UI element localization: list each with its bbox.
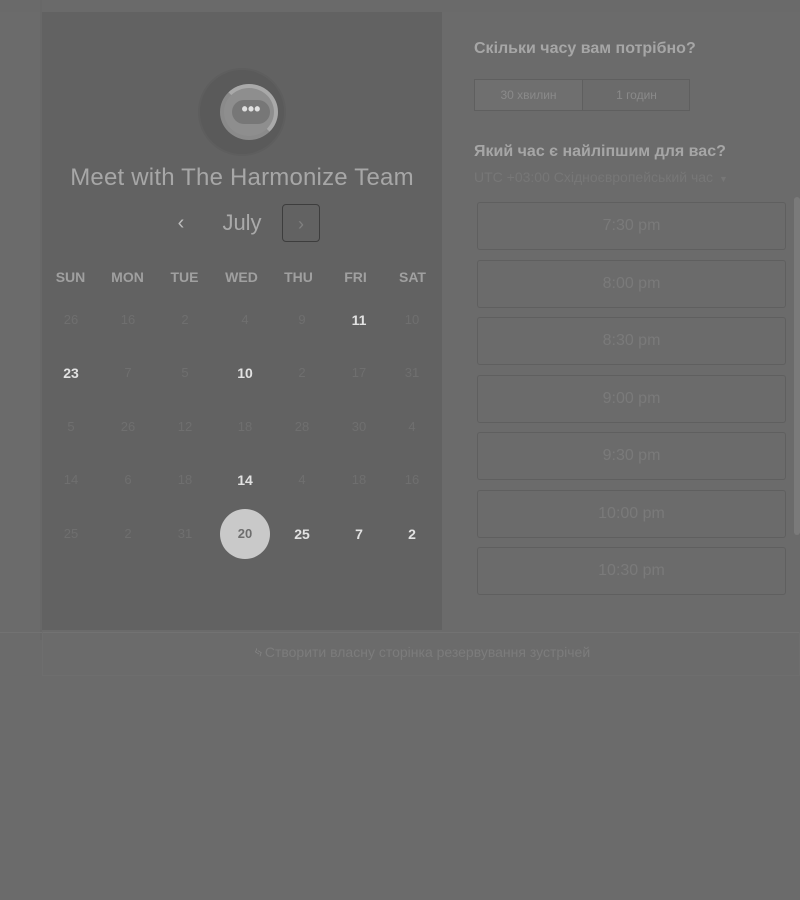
calendar-day: 31 xyxy=(177,526,193,541)
calendar-day: 5 xyxy=(67,419,75,434)
calendar-day: 18 xyxy=(177,472,193,487)
calendar-day-selected[interactable]: 20 xyxy=(220,509,270,559)
time-slot-button[interactable]: 8:30 pm xyxy=(477,317,786,365)
calendar-day[interactable]: 2 xyxy=(387,509,437,559)
time-question: Який час є найліпшим для вас? xyxy=(474,143,726,160)
calendar-day: 2 xyxy=(298,365,306,380)
calendar-day: 4 xyxy=(408,419,416,434)
calendar-day: 2 xyxy=(124,526,132,541)
slots-scrollbar[interactable] xyxy=(794,197,800,535)
calendar-day: 17 xyxy=(351,365,367,380)
month-navigation: ‹ July › xyxy=(42,204,442,254)
calendar-day[interactable]: 11 xyxy=(334,295,384,345)
weekday-label: TUE xyxy=(170,269,199,285)
timezone-selector[interactable]: UTC +03:00 Східноєвропейський час ▼ xyxy=(474,169,728,185)
weekday-label: THU xyxy=(284,269,313,285)
calendar-day: 18 xyxy=(351,472,367,487)
create-booking-page-text: Створити власну сторінка резервування зу… xyxy=(264,644,591,660)
prev-month-button[interactable]: ‹ xyxy=(166,208,196,238)
timezone-label: UTC +03:00 Східноєвропейський час xyxy=(474,169,714,185)
month-label: July xyxy=(222,210,262,235)
company-logo: ••• xyxy=(200,70,284,154)
weekday-label: WED xyxy=(225,269,258,285)
calendar-day: 6 xyxy=(124,472,132,487)
calendar-day: 5 xyxy=(181,365,189,380)
time-slot-button[interactable]: 8:00 pm xyxy=(477,259,786,308)
calendar-day: 16 xyxy=(120,312,136,327)
calendar-day: 26 xyxy=(63,312,79,327)
calendar-day: 31 xyxy=(404,365,420,380)
calendar-day: 4 xyxy=(298,472,306,487)
time-slot-button[interactable]: 9:00 pm xyxy=(477,374,786,423)
calendar-day: 2 xyxy=(181,312,189,327)
caret-down-icon: ▼ xyxy=(719,174,728,184)
calendar-day: 30 xyxy=(351,419,367,434)
calendar-day: 9 xyxy=(298,312,306,327)
weekday-label: FRI xyxy=(344,269,367,285)
calendar-panel: ••• Meet with The Harmonize Team ‹ July … xyxy=(42,12,442,630)
calendar-day: 4 xyxy=(241,312,249,327)
calendar-day: 26 xyxy=(120,419,136,434)
weekday-label: SAT xyxy=(399,269,426,285)
next-month-button[interactable]: › xyxy=(282,204,320,242)
calendar-day: 12 xyxy=(177,419,193,434)
calendar-day: 7 xyxy=(124,365,132,380)
options-panel: Скільки часу вам потрібно? 30 хвилин 1 г… xyxy=(474,40,800,595)
calendar-day[interactable]: 23 xyxy=(46,348,96,398)
calendar-day[interactable]: 10 xyxy=(220,348,270,398)
duration-option-30min[interactable]: 30 хвилин xyxy=(475,80,582,110)
calendar-day: 10 xyxy=(404,312,420,327)
team-name: Meet with The Harmonize Team xyxy=(70,164,414,191)
calendar-day: 25 xyxy=(63,526,79,541)
calendar-day[interactable]: 25 xyxy=(277,509,327,559)
duration-selector: 30 хвилин 1 годин xyxy=(474,79,690,111)
weekday-label: SUN xyxy=(55,269,86,285)
duration-option-1hour[interactable]: 1 годин xyxy=(583,80,690,110)
calendar-day[interactable]: 7 xyxy=(334,509,384,559)
footer: ᛃСтворити власну сторінка резервування з… xyxy=(42,632,800,676)
calendar-day: 18 xyxy=(237,419,253,434)
time-slot-button[interactable]: 9:30 pm xyxy=(477,432,786,480)
create-booking-page-link[interactable]: ᛃСтворити власну сторінка резервування з… xyxy=(43,642,800,663)
weekday-header: SUN MON TUE WED THU FRI SAT xyxy=(42,269,442,289)
calendar-day[interactable]: 14 xyxy=(220,455,270,505)
duration-question: Скільки часу вам потрібно? xyxy=(474,40,696,57)
calendar-day: 28 xyxy=(294,419,310,434)
chat-bubble-icon: ••• xyxy=(220,84,278,140)
calendar-day: 14 xyxy=(63,472,79,487)
calendar-day: 16 xyxy=(404,472,420,487)
weekday-label: MON xyxy=(111,269,144,285)
top-bar xyxy=(0,0,800,12)
time-slot-button[interactable]: 7:30 pm xyxy=(477,202,786,250)
time-slot-button[interactable]: 10:00 pm xyxy=(477,489,786,538)
sprocket-icon: ᛃ xyxy=(251,642,266,663)
time-slot-button[interactable]: 10:30 pm xyxy=(477,547,786,595)
